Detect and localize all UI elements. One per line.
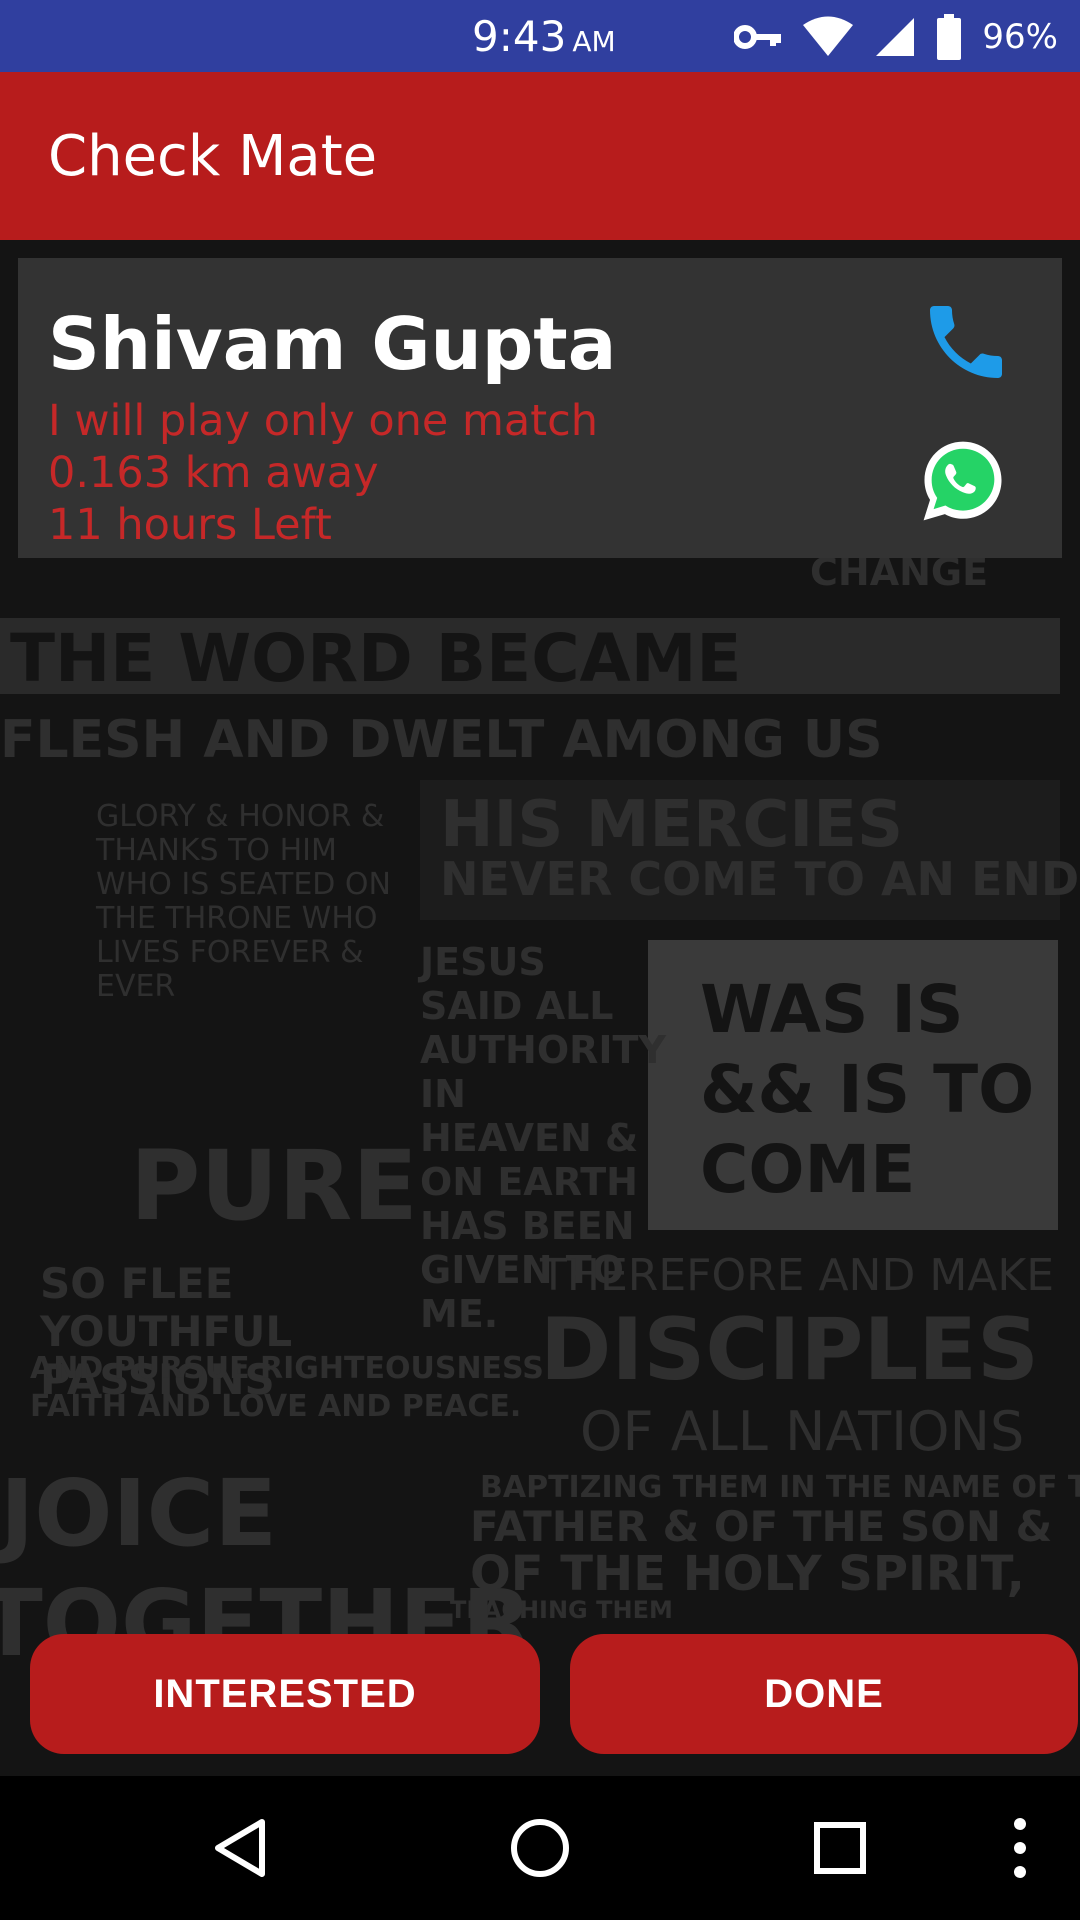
match-message: I will play only one match [48,396,599,446]
battery-percentage: 96% [982,17,1058,57]
poster-line: GLORY & HONOR & THANKS TO HIM WHO IS SEA… [96,799,391,1004]
poster-line: PURE [130,1130,418,1242]
wifi-icon [803,16,854,56]
poster-line: FATHER & OF THE SON & [470,1502,1053,1551]
screen: 9:43 AM 96% Check Mate CHANGE THE WORD B… [0,0,1080,1920]
phone-icon[interactable] [918,294,1014,390]
status-icons: 96% [734,14,1058,60]
match-card[interactable]: Shivam Gupta I will play only one match … [18,258,1062,558]
home-icon [511,1819,569,1877]
back-icon [215,1819,265,1877]
poster-line: AND PURSUE RIGHTEOUSNESS FAITH AND LOVE … [30,1351,544,1424]
key-icon [734,25,782,49]
status-time-value: 9:43 [472,12,567,61]
poster-line: JOICE [0,1460,278,1567]
distance-text: 0.163 km away [48,448,379,498]
done-button[interactable]: DONE [570,1634,1078,1754]
more-button[interactable] [1000,1776,1040,1920]
whatsapp-icon[interactable] [920,438,1006,524]
status-time: 9:43 AM [472,12,616,61]
poster-line: OF ALL NATIONS [580,1400,1025,1463]
time-left-text: 11 hours Left [48,500,332,550]
recents-icon [814,1822,866,1874]
app-bar: Check Mate [0,72,1080,240]
status-bar: 9:43 AM 96% [0,0,1080,72]
status-time-ampm: AM [572,25,616,58]
player-name: Shivam Gupta [48,302,617,386]
navigation-bar [0,1776,1080,1920]
poster-line: NEVER COME TO AN END [440,852,1080,906]
poster-line: OF THE HOLY SPIRIT, [470,1546,1025,1602]
battery-icon [937,14,962,60]
home-button[interactable] [490,1776,590,1920]
poster-line: DISCIPLES [540,1300,1039,1400]
poster-line: THE WORD BECAME [10,620,742,697]
poster-line: BAPTIZING THEM IN THE NAME OF THE [480,1470,1080,1505]
interested-button[interactable]: INTERESTED [30,1634,540,1754]
poster-line: WAS IS && IS TO COME [700,971,1035,1208]
poster-line: FLESH AND DWELT AMONG US [0,710,883,770]
poster-line: HIS MERCIES [440,788,904,862]
app-title: Check Mate [48,124,378,189]
poster-line: THEREFORE AND MAKE [540,1250,1055,1301]
more-icon [1014,1818,1026,1878]
back-button[interactable] [190,1776,290,1920]
recents-button[interactable] [790,1776,890,1920]
signal-icon [876,18,915,56]
